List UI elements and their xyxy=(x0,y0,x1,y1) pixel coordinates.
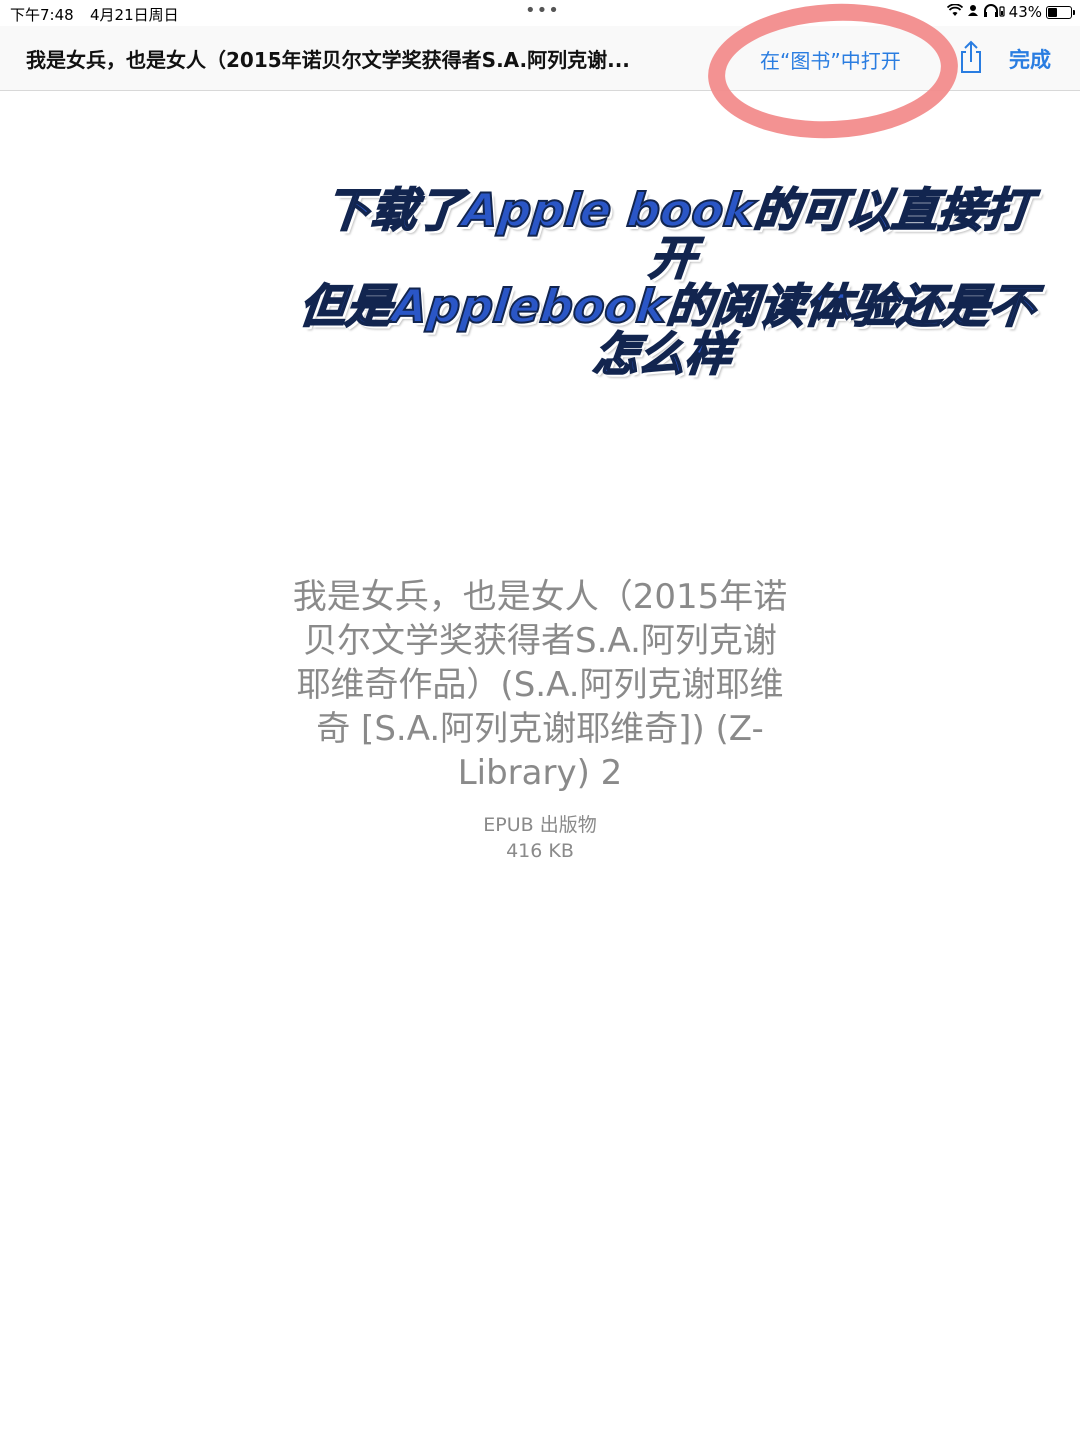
status-date: 4月21日周日 xyxy=(90,6,179,24)
battery-level-fill xyxy=(1048,7,1057,17)
status-time: 下午7:48 xyxy=(10,6,74,24)
quicklook-preview-screen: 下午7:48 4月21日周日 ••• 43% 我是女兵，也是女人（2015年诺贝… xyxy=(0,0,1080,1440)
document-title-header: 我是女兵，也是女人（2015年诺贝尔文学奖获得者S.A.阿列克谢... xyxy=(26,48,630,72)
battery-percent: 43% xyxy=(1008,3,1042,21)
overlay-caption: 下载了Apple book的可以直接打开 但是Applebook的阅读体验还是不… xyxy=(290,182,1050,382)
battery-icon xyxy=(1046,5,1075,19)
share-icon[interactable] xyxy=(956,40,986,74)
document-title: 我是女兵，也是女人（2015年诺贝尔文学奖获得者S.A.阿列克谢耶维奇作品）(S… xyxy=(292,577,788,793)
document-type: EPUB 出版物 xyxy=(483,814,597,836)
wifi-icon xyxy=(946,3,963,21)
document-size: 416 KB xyxy=(506,840,574,862)
headphones-icon xyxy=(983,3,1005,21)
caption-line: 下载了Apple book的可以直接打开 xyxy=(321,182,1034,286)
person-icon xyxy=(967,4,979,21)
caption-line: 但是Applebook的阅读体验还是不 xyxy=(296,278,1039,334)
multitasking-dots-icon[interactable]: ••• xyxy=(525,0,560,21)
caption-line: 怎么样 xyxy=(590,326,736,382)
status-indicators: 43% xyxy=(946,3,1075,21)
done-button[interactable]: 完成 xyxy=(1009,44,1051,74)
